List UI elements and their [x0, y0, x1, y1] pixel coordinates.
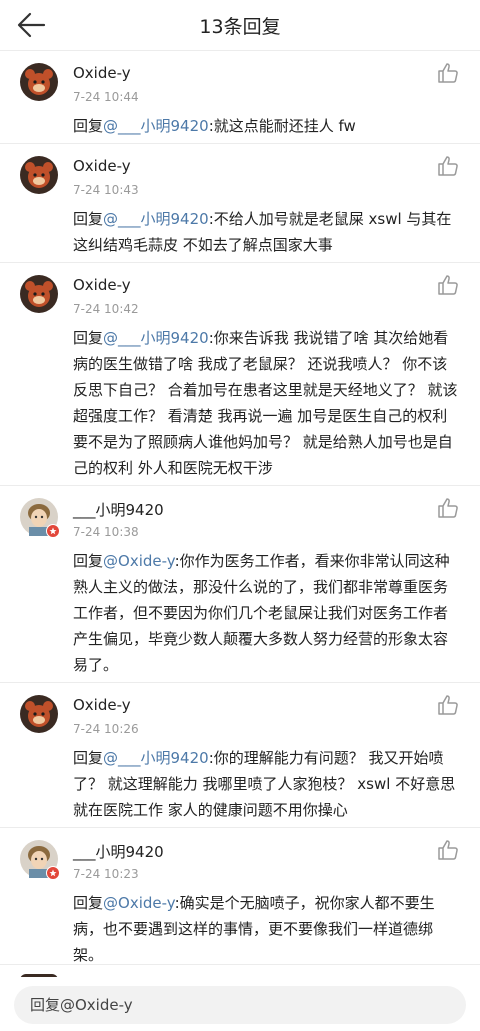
comment-item: ___小明9420 7-24 10:38 回复@Oxide-y:你作为医务工作者…: [0, 486, 480, 683]
timestamp: 7-24 10:26: [73, 722, 139, 736]
reply-prefix: 回复: [73, 117, 104, 135]
comment-item: Oxide-y 7-24 10:42 回复@___小明9420:你来告诉我 我说…: [0, 263, 480, 486]
like-button[interactable]: [436, 154, 460, 178]
thumbs-up-icon: [438, 840, 458, 860]
reply-prefix: 回复: [73, 210, 104, 228]
reply-prefix: 回复: [73, 894, 104, 912]
comment-item: Oxide-y 7-24 10:44 回复@___小明9420:就这点能耐还挂人…: [0, 51, 480, 144]
avatar[interactable]: [20, 275, 58, 313]
like-button[interactable]: [436, 61, 460, 85]
thumbs-up-icon: [438, 498, 458, 518]
username[interactable]: ___小明9420: [73, 499, 164, 520]
username[interactable]: ___小明9420: [73, 841, 164, 862]
comment-text: 回复@___小明9420:就这点能耐还挂人 fw: [73, 113, 462, 139]
divider: [0, 964, 480, 965]
comment-text: 回复@Oxide-y:你作为医务工作者，看来你非常认同这种熟人主义的做法，那没什…: [73, 548, 462, 678]
verified-badge-icon: [46, 524, 60, 538]
reply-prefix: 回复: [73, 749, 104, 767]
comment-body: :就这点能耐还挂人 fw: [208, 117, 356, 135]
thumbs-up-icon: [438, 156, 458, 176]
mention-link[interactable]: @Oxide-y: [103, 552, 175, 570]
avatar[interactable]: [20, 498, 60, 538]
reply-prefix: 回复: [73, 329, 104, 347]
comment-text: 回复@___小明9420:你的理解能力有问题？ 我又开始喷了？ 就这理解能力 我…: [73, 745, 462, 823]
thumbs-up-icon: [438, 695, 458, 715]
timestamp: 7-24 10:42: [73, 302, 139, 316]
like-button[interactable]: [436, 693, 460, 717]
mention-link[interactable]: @___小明9420: [103, 749, 209, 767]
like-button[interactable]: [436, 838, 460, 862]
thumbs-up-icon: [438, 63, 458, 83]
username[interactable]: Oxide-y: [73, 157, 131, 175]
avatar[interactable]: [20, 695, 58, 733]
timestamp: 7-24 10:23: [73, 867, 139, 881]
timestamp: 7-24 10:43: [73, 183, 139, 197]
mention-link[interactable]: @Oxide-y: [103, 894, 175, 912]
avatar[interactable]: [20, 840, 60, 880]
mention-link[interactable]: @___小明9420: [103, 329, 209, 347]
comment-item: Oxide-y 7-24 10:26 回复@___小明9420:你的理解能力有问…: [0, 683, 480, 828]
avatar[interactable]: [20, 156, 58, 194]
page-title: 13条回复: [199, 16, 281, 38]
username[interactable]: Oxide-y: [73, 64, 131, 82]
username[interactable]: Oxide-y: [73, 696, 131, 714]
comment-text: 回复@___小明9420:不给人加号就是老鼠屎 xswl 与其在这纠结鸡毛蒜皮 …: [73, 206, 462, 258]
timestamp: 7-24 10:38: [73, 525, 139, 539]
reply-input[interactable]: [14, 986, 466, 1024]
like-button[interactable]: [436, 496, 460, 520]
reply-prefix: 回复: [73, 552, 104, 570]
comment-body: :你来告诉我 我说错了啥 其次给她看病的医生做错了啥 我成了老鼠屎？ 还说我喷人…: [73, 329, 458, 477]
comment-item: Oxide-y 7-24 10:43 回复@___小明9420:不给人加号就是老…: [0, 144, 480, 263]
reply-bar: [0, 977, 480, 1031]
comment-body: :你作为医务工作者，看来你非常认同这种熟人主义的做法，那没什么说的了，我们都非常…: [73, 552, 450, 674]
mention-link[interactable]: @___小明9420: [103, 117, 209, 135]
comment-text: 回复@___小明9420:你来告诉我 我说错了啥 其次给她看病的医生做错了啥 我…: [73, 325, 462, 481]
verified-badge-icon: [46, 866, 60, 880]
next-comment-peek: [0, 926, 480, 980]
username[interactable]: Oxide-y: [73, 276, 131, 294]
mention-link[interactable]: @___小明9420: [103, 210, 209, 228]
like-button[interactable]: [436, 273, 460, 297]
timestamp: 7-24 10:44: [73, 90, 139, 104]
thumbs-up-icon: [438, 275, 458, 295]
top-bar: 13条回复: [0, 0, 480, 51]
comment-list: Oxide-y 7-24 10:44 回复@___小明9420:就这点能耐还挂人…: [0, 51, 480, 978]
avatar[interactable]: [20, 63, 58, 101]
